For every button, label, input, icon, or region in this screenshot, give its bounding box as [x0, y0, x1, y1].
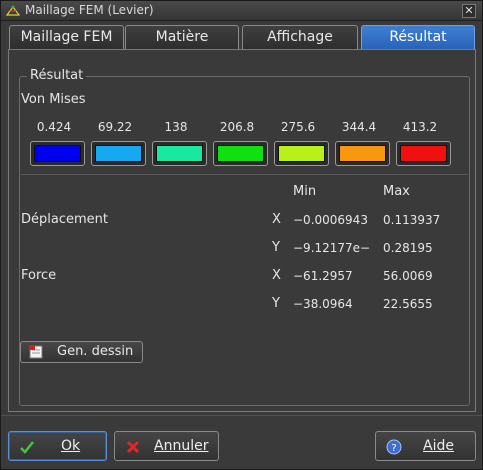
app-icon [6, 5, 20, 16]
value-max: 56.0069 [383, 269, 433, 283]
axis-label: Y [272, 296, 280, 311]
drawing-icon [29, 345, 43, 359]
legend-value: 275.6 [280, 120, 316, 134]
swatch-fill [217, 145, 264, 162]
swatch-fill [400, 145, 447, 162]
swatch-fill [156, 145, 203, 162]
svg-text:?: ? [391, 443, 396, 454]
help-label: Aide [423, 438, 454, 454]
swatch-fill [95, 145, 142, 162]
value-min: −9.12177e− [293, 241, 371, 255]
cancel-button[interactable]: Annuler [114, 431, 219, 461]
axis-label: X [272, 212, 281, 227]
help-button[interactable]: ? Aide [375, 431, 476, 461]
tab-resultat[interactable]: Résultat [361, 25, 475, 49]
value-min: −61.2957 [293, 269, 353, 283]
axis-label: Y [272, 240, 280, 255]
axis-label: X [272, 268, 281, 283]
column-header-min: Min [293, 184, 317, 199]
value-max: 0.28195 [383, 241, 433, 255]
value-min: −0.0006943 [293, 213, 368, 227]
window-title: Maillage FEM (Levier) [25, 3, 154, 17]
value-max: 0.113937 [383, 213, 441, 227]
ok-button[interactable]: Ok [8, 431, 107, 461]
tab-panel-resultat: Résultat Von Mises 0.424 69.22 138 206.8… [8, 49, 476, 412]
row-label-deplacement: Déplacement [21, 212, 108, 227]
cancel-icon [126, 440, 140, 454]
legend-value: 344.4 [341, 120, 377, 134]
generate-drawing-button[interactable]: Gen. dessin [20, 341, 143, 363]
color-swatch-blue[interactable] [30, 141, 85, 166]
color-swatch-green[interactable] [213, 141, 268, 166]
help-icon: ? [386, 439, 402, 455]
tab-matiere[interactable]: Matière [125, 25, 239, 49]
dialog-button-bar: Ok Annuler ? Aide [1, 415, 482, 470]
row-label-force: Force [21, 268, 57, 283]
value-max: 22.5655 [383, 297, 433, 311]
swatch-fill [278, 145, 325, 162]
legend-value: 0.424 [36, 120, 72, 134]
title-bar[interactable]: Maillage FEM (Levier) ✕ [1, 1, 482, 21]
generate-drawing-label: Gen. dessin [57, 344, 134, 359]
legend-value: 138 [164, 120, 188, 134]
swatch-fill [339, 145, 386, 162]
result-type-label: Von Mises [21, 92, 86, 107]
column-header-max: Max [383, 184, 410, 199]
legend-value: 413.2 [402, 120, 438, 134]
tab-bar: Maillage FEM Matière Affichage Résultat [9, 25, 475, 49]
swatch-fill [34, 145, 81, 162]
color-swatch-light-blue[interactable] [91, 141, 146, 166]
legend-value: 206.8 [219, 120, 255, 134]
group-title: Résultat [27, 68, 87, 83]
value-min: −38.0964 [293, 297, 353, 311]
color-swatch-cyan[interactable] [152, 141, 207, 166]
ok-label: Ok [61, 438, 81, 454]
tab-affichage[interactable]: Affichage [242, 25, 358, 49]
close-icon: ✕ [464, 4, 474, 17]
separator [21, 174, 468, 175]
dialog-window: Maillage FEM (Levier) ✕ Maillage FEM Mat… [0, 0, 483, 470]
cancel-label: Annuler [154, 438, 209, 454]
color-swatch-red[interactable] [396, 141, 451, 166]
check-icon [20, 441, 34, 454]
close-button[interactable]: ✕ [462, 4, 476, 18]
legend-value: 69.22 [97, 120, 133, 134]
tab-maillage-fem[interactable]: Maillage FEM [9, 25, 124, 49]
color-swatch-lime[interactable] [274, 141, 329, 166]
color-swatch-orange[interactable] [335, 141, 390, 166]
